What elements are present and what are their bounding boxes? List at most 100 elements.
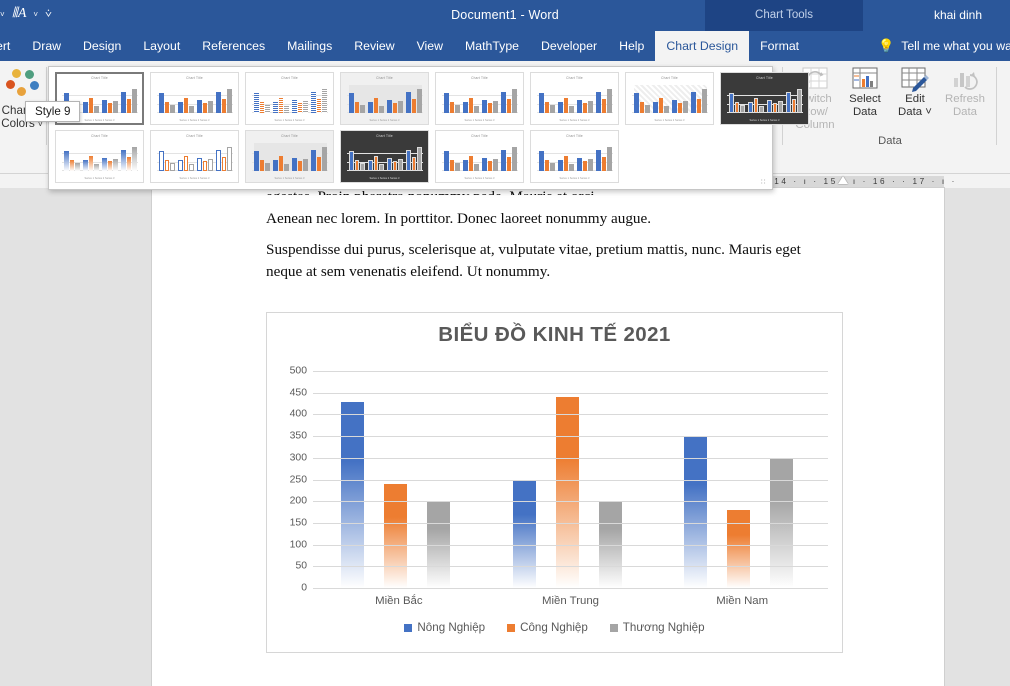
thumbnail-group bbox=[102, 85, 119, 113]
chart-plot-area[interactable]: 500 450 400 350 300 250 200 150 100 50 0 bbox=[290, 366, 828, 594]
thumbnail-bar bbox=[455, 162, 461, 171]
thumbnail-bar bbox=[501, 149, 506, 171]
chart-legend-item[interactable]: Công Nghiệp bbox=[507, 621, 588, 634]
thumbnail-group bbox=[83, 143, 100, 171]
chart-style-thumbnail[interactable]: Chart Title Series 1 Series 2 Series 3 bbox=[245, 130, 334, 183]
tab-layout[interactable]: Layout bbox=[132, 31, 191, 61]
chart-gridline bbox=[313, 566, 828, 568]
chart-bar[interactable] bbox=[512, 479, 536, 588]
chart-bar[interactable] bbox=[341, 402, 364, 588]
chart-style-thumbnail[interactable]: Chart Title Series 1 Series 2 Series 3 bbox=[340, 130, 429, 183]
chart-style-thumbnail[interactable]: Chart Title Series 1 Series 2 Series 3 bbox=[150, 130, 239, 183]
edit-data-button[interactable]: Edit Data ˅ bbox=[890, 61, 940, 135]
thumbnail-bar bbox=[303, 100, 309, 113]
chart-style-thumbnail[interactable]: Chart Title Series 1 Series 2 Series 3 bbox=[720, 72, 809, 125]
chart-bar[interactable] bbox=[684, 436, 708, 588]
thumbnail-bar bbox=[539, 92, 544, 113]
tab-references[interactable]: References bbox=[191, 31, 276, 61]
chart-category-label: Miền Bắc bbox=[375, 595, 423, 607]
paragraph-2[interactable]: Aenean nec lorem. In porttitor. Donec la… bbox=[266, 208, 906, 230]
thumbnail-bar bbox=[487, 103, 493, 113]
chart-object[interactable]: BIỂU ĐỒ KINH TẾ 2021 500 450 400 350 300 250 2… bbox=[266, 312, 843, 653]
tab-review[interactable]: Review bbox=[343, 31, 405, 61]
document-page[interactable]: egestas. Proin pharetra nonummy pede. Ma… bbox=[152, 188, 944, 686]
thumbnail-group bbox=[406, 85, 423, 113]
chart-style-thumbnail[interactable]: Chart Title Series 1 Series 2 Series 3 bbox=[150, 72, 239, 125]
ribbon-tab-strip: nsert Draw Design Layout References Mail… bbox=[0, 31, 1010, 61]
legend-label: Công Nghiệp bbox=[520, 621, 588, 634]
chart-legend-item[interactable]: Nông Nghiệp bbox=[404, 621, 485, 634]
chart-style-thumbnail[interactable]: Chart Title Series 1 Series 2 Series 3 bbox=[435, 130, 524, 183]
tab-mailings[interactable]: Mailings bbox=[276, 31, 343, 61]
indent-marker-icon[interactable] bbox=[838, 176, 848, 184]
thumbnail-bar bbox=[273, 102, 278, 113]
gallery-row-2: Chart Title Series 1 Series 2 Series 3 Cha… bbox=[55, 130, 766, 183]
chart-legend[interactable]: Nông Nghiệp Công Nghiệp Thương Nghiệp bbox=[267, 621, 842, 634]
thumbnail-bar bbox=[368, 160, 373, 171]
thumbnail-bar bbox=[569, 105, 575, 113]
chart-bar[interactable] bbox=[384, 483, 407, 588]
thumbnail-group bbox=[444, 143, 461, 171]
chart-title[interactable]: BIỂU ĐỒ KINH TẾ 2021 bbox=[267, 323, 842, 347]
tab-format[interactable]: Format bbox=[749, 31, 810, 61]
refresh-data-button[interactable]: Refresh Data bbox=[940, 61, 990, 135]
chart-style-thumbnail[interactable]: Chart Title Series 1 Series 2 Series 3 bbox=[625, 72, 714, 125]
thumbnail-bar bbox=[691, 91, 696, 113]
thumbnail-plot bbox=[159, 143, 233, 171]
thumbnail-bar bbox=[178, 102, 183, 113]
thumbnail-bar bbox=[221, 99, 227, 113]
tab-insert[interactable]: nsert bbox=[0, 31, 21, 61]
chart-bar[interactable] bbox=[727, 509, 751, 588]
chart-style-thumbnail[interactable]: Chart Title Series 1 Series 2 Series 3 bbox=[530, 130, 619, 183]
tell-me-search[interactable]: 💡 Tell me what you wa bbox=[878, 31, 1010, 61]
chart-category-axis[interactable]: Miền Bắc Miền Trung Miền Nam bbox=[313, 595, 828, 607]
paragraph-4[interactable]: neque at sem venenatis eleifend. Ut nonu… bbox=[266, 261, 896, 283]
chart-gridline bbox=[313, 522, 828, 524]
thumbnail-bar bbox=[216, 91, 221, 113]
thumbnail-title: Chart Title bbox=[376, 134, 393, 138]
chart-style-thumbnail[interactable]: Chart Title Series 1 Series 2 Series 3 bbox=[435, 72, 524, 125]
user-account-name[interactable]: khai dinh bbox=[934, 0, 1004, 31]
thumbnail-bar bbox=[88, 97, 94, 113]
chart-legend-item[interactable]: Thương Nghiệp bbox=[609, 621, 705, 634]
chart-style-thumbnail[interactable]: Chart Title Series 1 Series 2 Series 3 bbox=[55, 130, 144, 183]
thumbnail-bar bbox=[216, 149, 221, 171]
thumbnail-bar bbox=[493, 158, 499, 171]
thumbnail-title: Chart Title bbox=[281, 76, 298, 80]
chart-bar[interactable] bbox=[555, 397, 579, 588]
tab-chart-design[interactable]: Chart Design bbox=[655, 31, 750, 61]
tab-view[interactable]: View bbox=[406, 31, 454, 61]
edit-data-label: Edit Data ˅ bbox=[898, 93, 932, 118]
thumbnail-plot bbox=[444, 85, 518, 113]
chart-style-thumbnail[interactable]: Chart Title Series 1 Series 2 Series 3 bbox=[530, 72, 619, 125]
thumbnail-bar bbox=[303, 158, 309, 171]
chart-y-tick: 50 bbox=[295, 560, 307, 572]
tab-help[interactable]: Help bbox=[608, 31, 655, 61]
chart-gridline bbox=[313, 588, 828, 589]
tab-design[interactable]: Design bbox=[72, 31, 132, 61]
thumbnail-bar bbox=[113, 100, 119, 113]
tab-developer[interactable]: Developer bbox=[530, 31, 608, 61]
thumbnail-bar bbox=[373, 155, 379, 171]
resize-grip-icon[interactable]: ∷ bbox=[761, 179, 769, 187]
thumbnail-bar bbox=[539, 150, 544, 171]
thumbnail-group bbox=[596, 143, 613, 171]
chart-style-thumbnail[interactable]: Chart Title Series 1 Series 2 Series 3 bbox=[340, 72, 429, 125]
thumbnail-bar bbox=[132, 88, 138, 113]
thumbnail-bar bbox=[189, 163, 195, 171]
thumbnail-bar bbox=[159, 92, 164, 113]
thumbnail-bar bbox=[197, 100, 202, 113]
thumbnail-bar bbox=[748, 102, 753, 113]
thumbnail-bar bbox=[577, 100, 582, 113]
thumbnail-bar bbox=[482, 100, 487, 113]
thumbnail-bar bbox=[588, 100, 594, 113]
thumbnail-bar bbox=[734, 101, 740, 113]
thumbnail-legend: Series 1 Series 2 Series 3 bbox=[369, 177, 400, 180]
chart-styles-dropdown[interactable]: Chart Title Series 1 Series 2 Series 3 Cha… bbox=[48, 66, 809, 190]
tab-draw[interactable]: Draw bbox=[21, 31, 72, 61]
select-data-button[interactable]: Select Data bbox=[840, 61, 890, 135]
chart-style-thumbnail[interactable]: Chart Title Series 1 Series 2 Series 3 bbox=[245, 72, 334, 125]
paragraph-3[interactable]: Suspendisse dui purus, scelerisque at, v… bbox=[266, 239, 896, 261]
tab-mathtype[interactable]: MathType bbox=[454, 31, 530, 61]
thumbnail-bar bbox=[227, 88, 233, 113]
